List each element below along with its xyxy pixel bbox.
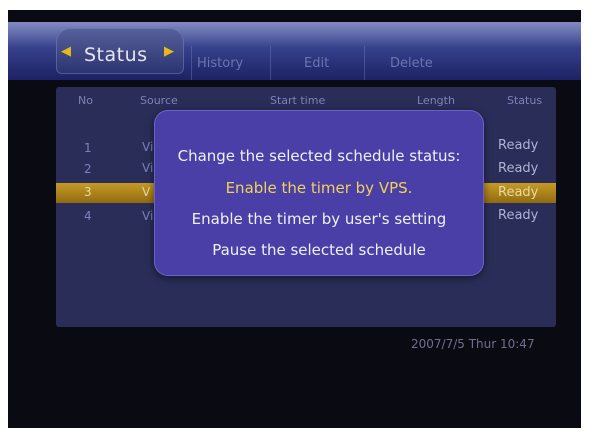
tv-screen: ◀ Status ▶ History Edit Delete No Source…	[8, 10, 581, 428]
row-1-status: Ready	[498, 138, 539, 153]
column-header-no: No	[78, 94, 93, 107]
column-header-source: Source	[140, 94, 178, 107]
row-4-source: Vi	[142, 209, 154, 223]
row-3-no: 3	[84, 185, 92, 199]
column-header-status: Status	[507, 94, 543, 107]
row-4-status: Ready	[498, 208, 539, 223]
tab-edit[interactable]: Edit	[304, 56, 329, 72]
row-2-no: 2	[84, 162, 92, 176]
option-pause-schedule[interactable]: Pause the selected schedule	[154, 240, 484, 260]
tab-left-arrow-icon[interactable]: ◀	[61, 44, 71, 60]
row-2-source: Vi	[142, 161, 154, 175]
tab-divider	[191, 46, 192, 80]
row-1-no: 1	[84, 141, 92, 155]
status-change-dialog: Change the selected schedule status: Ena…	[154, 110, 484, 276]
dialog-title: Change the selected schedule status:	[177, 147, 461, 165]
option-enable-vps[interactable]: Enable the timer by VPS.	[154, 178, 484, 198]
tab-status-label: Status	[84, 44, 148, 66]
row-1-source: Vi	[142, 140, 154, 154]
tab-divider	[270, 46, 271, 80]
row-3-source: V	[142, 185, 151, 199]
column-header-length: Length	[417, 94, 455, 107]
row-3-status: Ready	[498, 185, 539, 200]
column-header-start-time: Start time	[270, 94, 326, 107]
row-4-no: 4	[84, 209, 92, 223]
tab-divider	[364, 46, 365, 80]
date-time-display: 2007/7/5 Thur 10:47	[411, 337, 535, 351]
tab-bar: ◀ Status ▶ History Edit Delete	[8, 22, 581, 80]
tab-history[interactable]: History	[197, 56, 243, 72]
option-enable-user-setting[interactable]: Enable the timer by user's setting	[154, 209, 484, 229]
tab-delete[interactable]: Delete	[390, 56, 433, 72]
tab-right-arrow-icon[interactable]: ▶	[164, 44, 174, 60]
row-2-status: Ready	[498, 161, 539, 176]
